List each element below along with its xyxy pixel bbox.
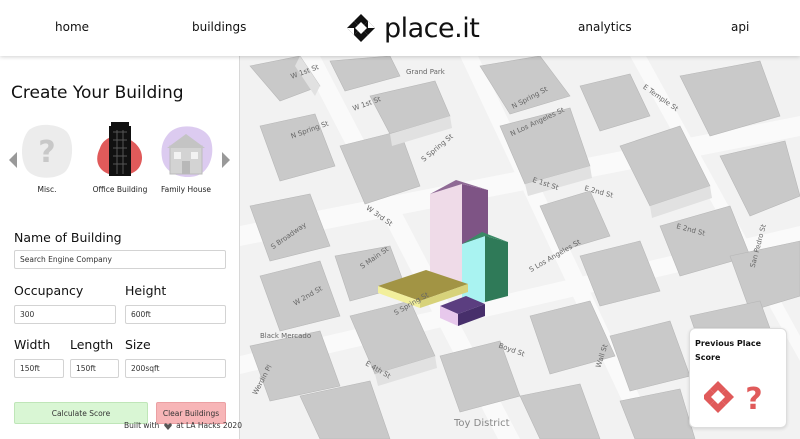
question-mark-icon: ?: [21, 124, 73, 178]
nav-api-link[interactable]: api: [731, 20, 749, 34]
width-input[interactable]: 150ft: [14, 359, 64, 378]
width-label: Width: [14, 337, 51, 352]
previous-score-card: Previous Place Score ?: [689, 328, 787, 428]
footer-prefix: Built with: [124, 421, 160, 430]
occupancy-value: 300: [20, 310, 35, 319]
length-label: Length: [70, 337, 114, 352]
brand-name: place.it: [384, 12, 480, 44]
name-label: Name of Building: [14, 230, 122, 245]
option-label-office: Office Building: [92, 185, 148, 194]
option-label-misc: Misc.: [37, 185, 57, 194]
footer-credit: Built with at LA Hacks 2020: [124, 421, 242, 430]
office-building-icon: [97, 122, 143, 176]
family-house-icon: [161, 126, 213, 178]
score-card-title: Previous Place Score: [695, 339, 762, 362]
nav-buildings-link[interactable]: buildings: [192, 20, 246, 34]
create-building-panel: Create Your Building ? Misc. Office Buil…: [0, 56, 242, 439]
height-input[interactable]: 600ft: [125, 305, 226, 324]
height-label: Height: [125, 283, 167, 298]
brand-logo[interactable]: place.it: [346, 11, 480, 45]
street-label: Grand Park: [406, 68, 445, 76]
street-label: Toy District: [454, 418, 510, 429]
top-nav: home buildings place.it analytics api: [0, 0, 800, 56]
length-input[interactable]: 150ft: [70, 359, 119, 378]
heart-icon: [163, 422, 172, 430]
occupancy-label: Occupancy: [14, 283, 84, 298]
svg-text:?: ?: [745, 382, 762, 415]
occupancy-input[interactable]: 300: [14, 305, 116, 324]
building-option-misc[interactable]: ? Misc.: [14, 120, 80, 194]
footer-suffix: at LA Hacks 2020: [176, 421, 242, 430]
building-option-house[interactable]: Family House: [153, 120, 219, 194]
panel-title: Create Your Building: [11, 83, 184, 103]
nav-home-link[interactable]: home: [55, 20, 89, 34]
svg-text:?: ?: [38, 135, 55, 170]
building-option-office[interactable]: Office Building: [87, 120, 153, 194]
building-name-placeholder: Search Engine Company: [20, 255, 112, 264]
width-value: 150ft: [20, 364, 40, 373]
height-value: 600ft: [131, 310, 151, 319]
place-it-logo-icon: [347, 14, 375, 42]
nav-analytics-link[interactable]: analytics: [578, 20, 632, 34]
page: home buildings place.it analytics api Cr…: [0, 0, 800, 439]
size-input[interactable]: 200sqft: [125, 359, 226, 378]
street-label: Black Mercado: [260, 332, 312, 340]
building-name-input[interactable]: Search Engine Company: [14, 250, 226, 269]
option-label-house: Family House: [160, 185, 212, 194]
size-label: Size: [125, 337, 151, 352]
length-value: 150ft: [76, 364, 96, 373]
size-value: 200sqft: [131, 364, 160, 373]
chevron-right-icon[interactable]: [221, 150, 231, 170]
score-placeholder-icon: ?: [704, 381, 763, 415]
